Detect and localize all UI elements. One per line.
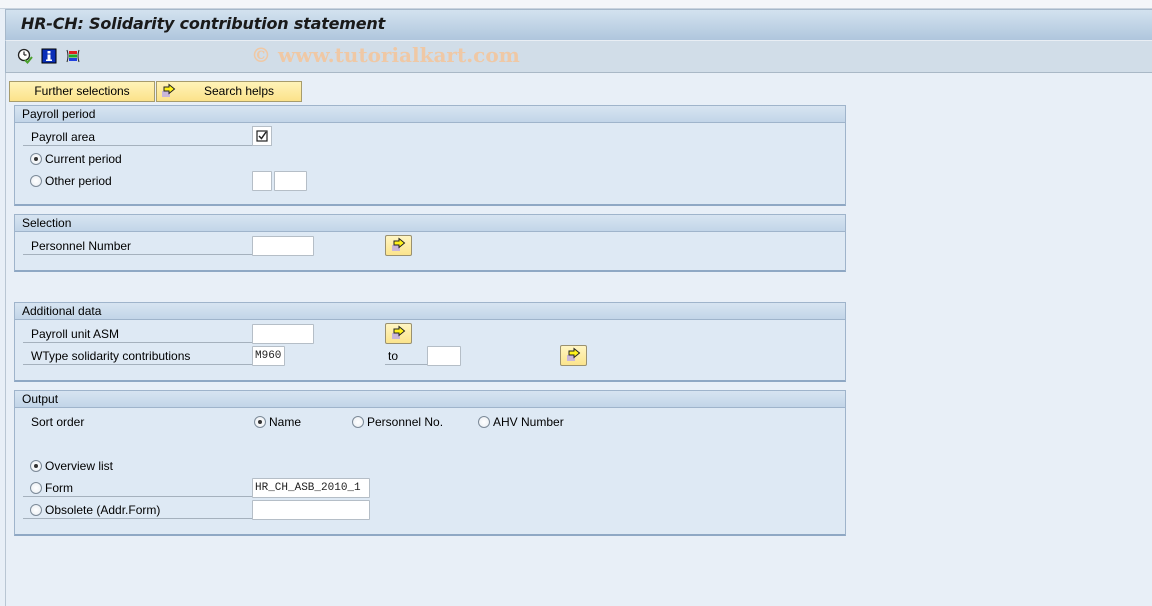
sort-ahv-number-radio[interactable] bbox=[478, 416, 490, 428]
form-label: Form bbox=[23, 479, 253, 497]
checkmark-icon bbox=[256, 130, 268, 142]
additional-data-group: Additional data Payroll unit ASM WType s… bbox=[14, 302, 846, 382]
personnel-number-input[interactable] bbox=[252, 236, 314, 256]
application-toolbar: © www.tutorialkart.com bbox=[5, 40, 1152, 73]
other-period-field-1[interactable] bbox=[252, 171, 272, 191]
wtype-from-input[interactable]: M960 bbox=[252, 346, 285, 366]
other-period-radio[interactable] bbox=[30, 175, 42, 187]
multiple-selection-arrow-icon bbox=[161, 83, 177, 105]
group-title: Selection bbox=[15, 215, 845, 232]
form-input[interactable]: HR_CH_ASB_2010_1 bbox=[252, 478, 370, 498]
further-selections-label: Further selections bbox=[34, 84, 130, 98]
wtype-label: WType solidarity contributions bbox=[23, 347, 253, 365]
payroll-area-checkbox[interactable] bbox=[252, 126, 272, 146]
page-title: HR-CH: Solidarity contribution statement bbox=[21, 14, 386, 33]
group-title: Output bbox=[15, 391, 845, 408]
selection-group: Selection Personnel Number bbox=[14, 214, 846, 272]
further-selections-button[interactable]: Further selections bbox=[9, 81, 155, 102]
sort-order-label: Sort order bbox=[31, 415, 85, 429]
group-title: Payroll period bbox=[15, 106, 845, 123]
window-top-edge bbox=[0, 0, 1152, 9]
current-period-radio[interactable] bbox=[30, 153, 42, 165]
payroll-unit-label: Payroll unit ASM bbox=[23, 325, 253, 343]
current-period-label: Current period bbox=[45, 152, 122, 166]
main-content: Further selections Search helps Payroll … bbox=[5, 73, 1152, 606]
selection-options-icon[interactable] bbox=[65, 48, 81, 64]
sort-personnel-no-label: Personnel No. bbox=[367, 415, 444, 429]
other-period-field-2[interactable] bbox=[274, 171, 307, 191]
group-title: Additional data bbox=[15, 303, 845, 320]
output-group: Output Sort order Name Personnel No. AHV… bbox=[14, 390, 846, 536]
sort-name-radio[interactable] bbox=[254, 416, 266, 428]
sort-ahv-number-label: AHV Number bbox=[493, 415, 564, 429]
search-helps-label: Search helps bbox=[203, 84, 275, 98]
payroll-area-label: Payroll area bbox=[23, 128, 253, 146]
obsolete-label: Obsolete (Addr.Form) bbox=[23, 501, 253, 519]
title-bar: HR-CH: Solidarity contribution statement bbox=[5, 9, 1152, 40]
info-icon[interactable] bbox=[41, 48, 57, 64]
payroll-unit-input[interactable] bbox=[252, 324, 314, 344]
watermark: © www.tutorialkart.com bbox=[251, 43, 520, 67]
wtype-multiple-selection-button[interactable] bbox=[560, 345, 587, 366]
multiple-selection-arrow-icon bbox=[392, 325, 406, 339]
overview-list-radio[interactable] bbox=[30, 460, 42, 472]
wtype-to-input[interactable] bbox=[427, 346, 461, 366]
execute-icon[interactable] bbox=[17, 48, 33, 64]
personnel-number-label: Personnel Number bbox=[23, 237, 253, 255]
payroll-unit-multiple-selection-button[interactable] bbox=[385, 323, 412, 344]
to-label: to bbox=[385, 347, 427, 365]
personnel-number-multiple-selection-button[interactable] bbox=[385, 235, 412, 256]
search-helps-button[interactable]: Search helps bbox=[156, 81, 302, 102]
multiple-selection-arrow-icon bbox=[567, 347, 581, 361]
multiple-selection-arrow-icon bbox=[392, 237, 406, 251]
payroll-period-group: Payroll period Payroll area Current peri… bbox=[14, 105, 846, 206]
sort-personnel-no-radio[interactable] bbox=[352, 416, 364, 428]
overview-list-label: Overview list bbox=[45, 459, 114, 473]
obsolete-input[interactable] bbox=[252, 500, 370, 520]
other-period-label: Other period bbox=[45, 174, 112, 188]
sort-name-label: Name bbox=[269, 415, 302, 429]
